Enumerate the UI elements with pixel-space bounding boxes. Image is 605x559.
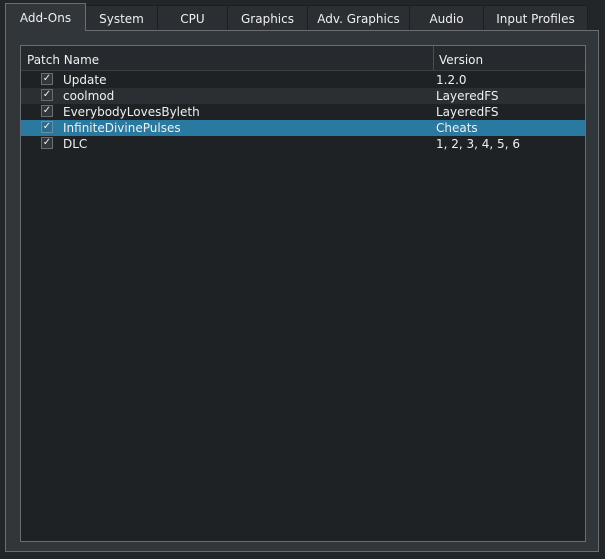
patch-row-coolmod[interactable]: ✓ coolmod LayeredFS bbox=[21, 88, 585, 104]
tab-label: Adv. Graphics bbox=[317, 11, 400, 26]
checkbox[interactable]: ✓ bbox=[41, 137, 53, 149]
add-ons-panel: Patch Name Version ✓ Update 1.2.0 ✓ cool… bbox=[5, 30, 599, 552]
patch-list[interactable]: Patch Name Version ✓ Update 1.2.0 ✓ cool… bbox=[20, 45, 586, 542]
tab-input-profiles[interactable]: Input Profiles bbox=[483, 5, 588, 31]
column-header-patch-name[interactable]: Patch Name bbox=[27, 46, 99, 70]
patch-version: 1, 2, 3, 4, 5, 6 bbox=[436, 137, 520, 151]
patch-row-update[interactable]: ✓ Update 1.2.0 bbox=[21, 72, 585, 88]
checkbox[interactable]: ✓ bbox=[41, 121, 53, 133]
tab-label: System bbox=[99, 11, 144, 26]
patch-name: Update bbox=[63, 73, 107, 87]
tab-label: CPU bbox=[180, 11, 205, 26]
checkbox[interactable]: ✓ bbox=[41, 105, 53, 117]
tab-cpu[interactable]: CPU bbox=[157, 5, 228, 31]
tab-add-ons[interactable]: Add-Ons bbox=[5, 3, 86, 31]
tab-bar: Add-Ons System CPU Graphics Adv. Graphic… bbox=[5, 3, 588, 31]
list-header: Patch Name Version bbox=[21, 46, 585, 71]
tab-adv-graphics[interactable]: Adv. Graphics bbox=[307, 5, 410, 31]
patch-name: DLC bbox=[63, 137, 88, 151]
tab-graphics[interactable]: Graphics bbox=[227, 5, 308, 31]
tab-audio[interactable]: Audio bbox=[409, 5, 484, 31]
checkbox[interactable]: ✓ bbox=[41, 89, 53, 101]
column-header-version[interactable]: Version bbox=[439, 46, 483, 70]
patch-version: LayeredFS bbox=[436, 105, 499, 119]
patch-version: 1.2.0 bbox=[436, 73, 467, 87]
checkbox[interactable]: ✓ bbox=[41, 73, 53, 85]
patch-row-everybodylovesbyleth[interactable]: ✓ EverybodyLovesByleth LayeredFS bbox=[21, 104, 585, 120]
column-separator[interactable] bbox=[433, 46, 434, 70]
tab-label: Audio bbox=[429, 11, 464, 26]
tab-system[interactable]: System bbox=[85, 5, 158, 31]
patch-name: EverybodyLovesByleth bbox=[63, 105, 200, 119]
patch-name: InfiniteDivinePulses bbox=[63, 121, 181, 135]
tab-label: Add-Ons bbox=[19, 10, 72, 25]
tab-label: Input Profiles bbox=[496, 11, 575, 26]
patch-row-infinitedivinepulses[interactable]: ✓ InfiniteDivinePulses Cheats bbox=[21, 120, 585, 136]
patch-row-dlc[interactable]: ✓ DLC 1, 2, 3, 4, 5, 6 bbox=[21, 136, 585, 152]
patch-version: Cheats bbox=[436, 121, 478, 135]
patch-name: coolmod bbox=[63, 89, 115, 103]
patch-version: LayeredFS bbox=[436, 89, 499, 103]
tab-label: Graphics bbox=[241, 11, 294, 26]
